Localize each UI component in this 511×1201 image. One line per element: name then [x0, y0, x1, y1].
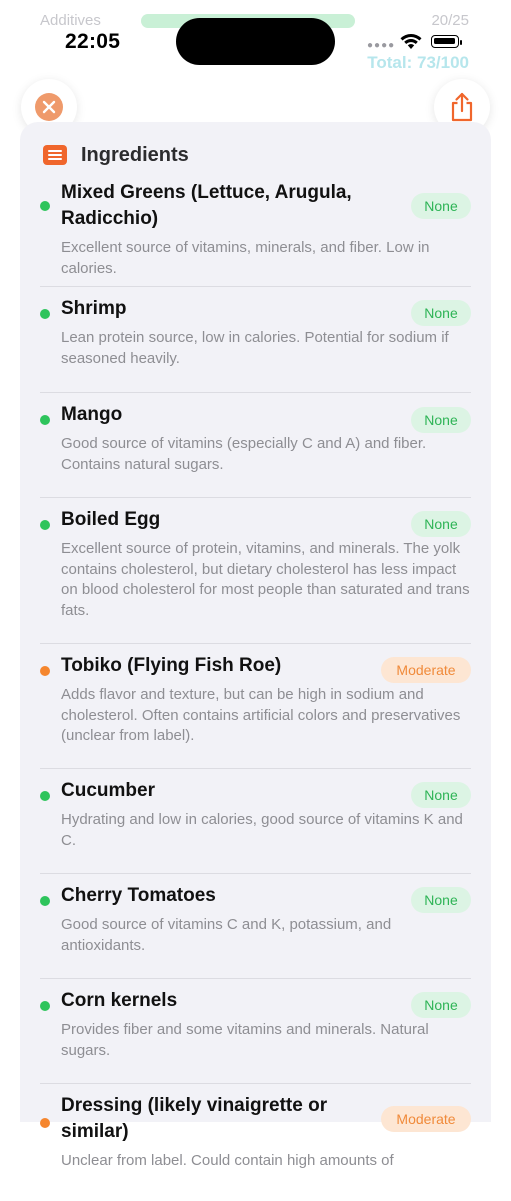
risk-badge: None: [411, 300, 471, 326]
ingredient-item[interactable]: Mango Good source of vitamins (especiall…: [40, 393, 471, 498]
background-additives-label: Additives: [40, 12, 101, 29]
ingredient-description: Excellent source of protein, vitamins, a…: [61, 540, 470, 619]
ingredient-item[interactable]: Cucumber Hydrating and low in calories, …: [40, 769, 471, 874]
status-dot: [40, 309, 50, 319]
ingredient-item[interactable]: Shrimp Lean protein source, low in calor…: [40, 287, 471, 393]
status-icons: ●●●●: [367, 32, 467, 52]
status-dot: [40, 415, 50, 425]
section-title: Ingredients: [81, 143, 189, 166]
ingredients-header: Ingredients: [43, 142, 189, 168]
ingredient-item[interactable]: Tobiko (Flying Fish Roe) Adds flavor and…: [40, 644, 471, 769]
battery-icon: [431, 35, 459, 48]
ingredient-item[interactable]: Boiled Egg Excellent source of protein, …: [40, 498, 471, 644]
ingredient-name: Corn kernels: [61, 990, 178, 1011]
background-additives-count: 20/25: [431, 12, 469, 29]
ingredient-name: Tobiko (Flying Fish Roe): [61, 655, 282, 676]
status-dot: [40, 1001, 50, 1011]
ingredient-description: Unclear from label. Could contain high a…: [61, 1152, 394, 1169]
status-time: 22:05: [65, 30, 121, 53]
ingredient-item[interactable]: Mixed Greens (Lettuce, Arugula, Radicchi…: [40, 180, 471, 287]
list-icon: [43, 145, 67, 165]
ingredient-name: Mixed Greens (Lettuce, Arugula, Radicchi…: [61, 182, 352, 229]
ingredient-description: Provides fiber and some vitamins and min…: [61, 1021, 429, 1059]
ingredient-description: Adds flavor and texture, but can be high…: [61, 686, 461, 744]
ingredient-description: Hydrating and low in calories, good sour…: [61, 811, 463, 849]
risk-badge: None: [411, 193, 471, 219]
share-icon: [451, 92, 473, 122]
ingredient-item[interactable]: Cherry Tomatoes Good source of vitamins …: [40, 874, 471, 979]
status-dot: [40, 520, 50, 530]
status-dot: [40, 896, 50, 906]
dynamic-island: [176, 18, 335, 65]
wifi-icon: [400, 34, 422, 49]
risk-badge: None: [411, 407, 471, 433]
status-dot: [40, 666, 50, 676]
battery-nub: [460, 40, 462, 45]
ingredient-item[interactable]: Corn kernels Provides fiber and some vit…: [40, 979, 471, 1084]
ingredient-name: Mango: [61, 404, 123, 425]
status-dot: [40, 1118, 50, 1128]
ingredient-name: Boiled Egg: [61, 509, 161, 530]
signal-dots-icon: ●●●●: [367, 40, 396, 51]
status-dot: [40, 201, 50, 211]
risk-badge: Moderate: [381, 1106, 471, 1132]
risk-badge: None: [411, 511, 471, 537]
risk-badge: None: [411, 992, 471, 1018]
risk-badge: None: [411, 782, 471, 808]
close-icon: [35, 93, 63, 121]
ingredient-description: Excellent source of vitamins, minerals, …: [61, 239, 430, 277]
risk-badge: Moderate: [381, 657, 471, 683]
status-dot: [40, 791, 50, 801]
ingredient-description: Good source of vitamins C and K, potassi…: [61, 916, 392, 954]
ingredient-list: Mixed Greens (Lettuce, Arugula, Radicchi…: [40, 180, 471, 1201]
ingredient-name: Dressing (likely vinaigrette or similar): [61, 1095, 328, 1142]
background-total-score: Total: 73/100: [367, 53, 469, 72]
ingredient-name: Shrimp: [61, 298, 127, 319]
ingredient-item[interactable]: Dressing (likely vinaigrette or similar)…: [40, 1084, 471, 1201]
ingredient-description: Good source of vitamins (especially C an…: [61, 435, 427, 473]
ingredient-name: Cherry Tomatoes: [61, 885, 216, 906]
risk-badge: None: [411, 887, 471, 913]
ingredient-name: Cucumber: [61, 780, 155, 801]
ingredient-description: Lean protein source, low in calories. Po…: [61, 329, 449, 367]
